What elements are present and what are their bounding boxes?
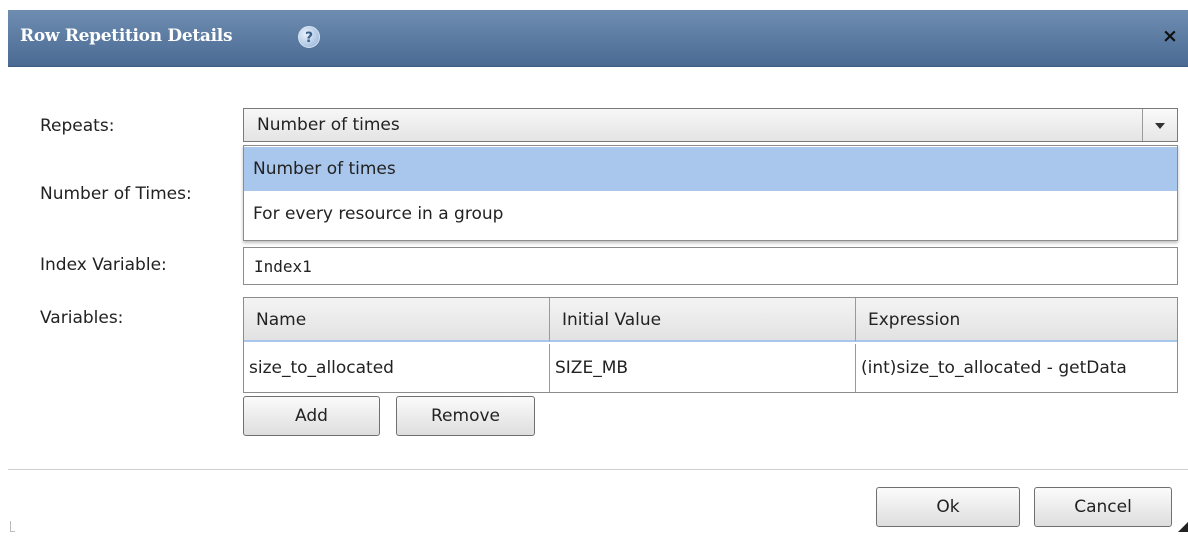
repeats-select-value: Number of times	[257, 115, 400, 135]
table-cell-expression[interactable]: (int)size_to_allocated - getData	[856, 344, 1177, 392]
dialog-titlebar[interactable]: Row Repetition Details ? ×	[8, 10, 1188, 67]
cell-value: (int)size_to_allocated - getData	[861, 358, 1127, 378]
repeats-dropdown-list: Number of times For every resource in a …	[243, 145, 1178, 241]
footer-divider	[8, 469, 1188, 470]
column-header-expression[interactable]: Expression	[856, 298, 1177, 342]
repeats-select[interactable]: Number of times	[243, 108, 1178, 142]
variables-table: Name Initial Value Expression size_to_al…	[243, 297, 1178, 393]
row-repetition-dialog: Row Repetition Details ? × Repeats: Numb…	[8, 10, 1188, 538]
table-cell-name[interactable]: size_to_allocated	[244, 344, 550, 392]
number-of-times-label: Number of Times:	[40, 184, 192, 204]
column-header-name[interactable]: Name	[244, 298, 550, 342]
index-variable-input[interactable]: Index1	[243, 247, 1178, 285]
remove-button[interactable]: Remove	[396, 396, 535, 436]
ok-button[interactable]: Ok	[876, 487, 1020, 527]
table-cell-initial-value[interactable]: SIZE_MB	[550, 344, 856, 392]
index-variable-label: Index Variable:	[40, 255, 167, 275]
add-button[interactable]: Add	[243, 396, 380, 436]
column-header-label: Name	[256, 310, 307, 330]
help-icon[interactable]: ?	[298, 26, 320, 48]
column-header-initial-value[interactable]: Initial Value	[550, 298, 856, 342]
resize-grip-icon[interactable]	[1178, 522, 1188, 532]
cell-value: size_to_allocated	[249, 358, 394, 378]
column-header-label: Expression	[868, 310, 961, 330]
close-icon[interactable]: ×	[1160, 23, 1180, 49]
index-variable-value: Index1	[254, 257, 312, 276]
dropdown-option-number-of-times[interactable]: Number of times	[244, 147, 1177, 191]
corner-mark-icon	[10, 521, 15, 532]
variables-label: Variables:	[40, 308, 124, 328]
dialog-title: Row Repetition Details	[20, 26, 233, 46]
column-header-label: Initial Value	[562, 310, 662, 330]
chevron-down-icon	[1155, 123, 1165, 129]
repeats-label: Repeats:	[40, 116, 115, 136]
dropdown-option-label: For every resource in a group	[253, 204, 504, 224]
dropdown-button[interactable]	[1142, 109, 1177, 141]
dropdown-option-every-resource[interactable]: For every resource in a group	[244, 192, 1177, 236]
cell-value: SIZE_MB	[555, 358, 629, 378]
cancel-button[interactable]: Cancel	[1034, 487, 1172, 527]
dropdown-option-label: Number of times	[253, 159, 396, 179]
